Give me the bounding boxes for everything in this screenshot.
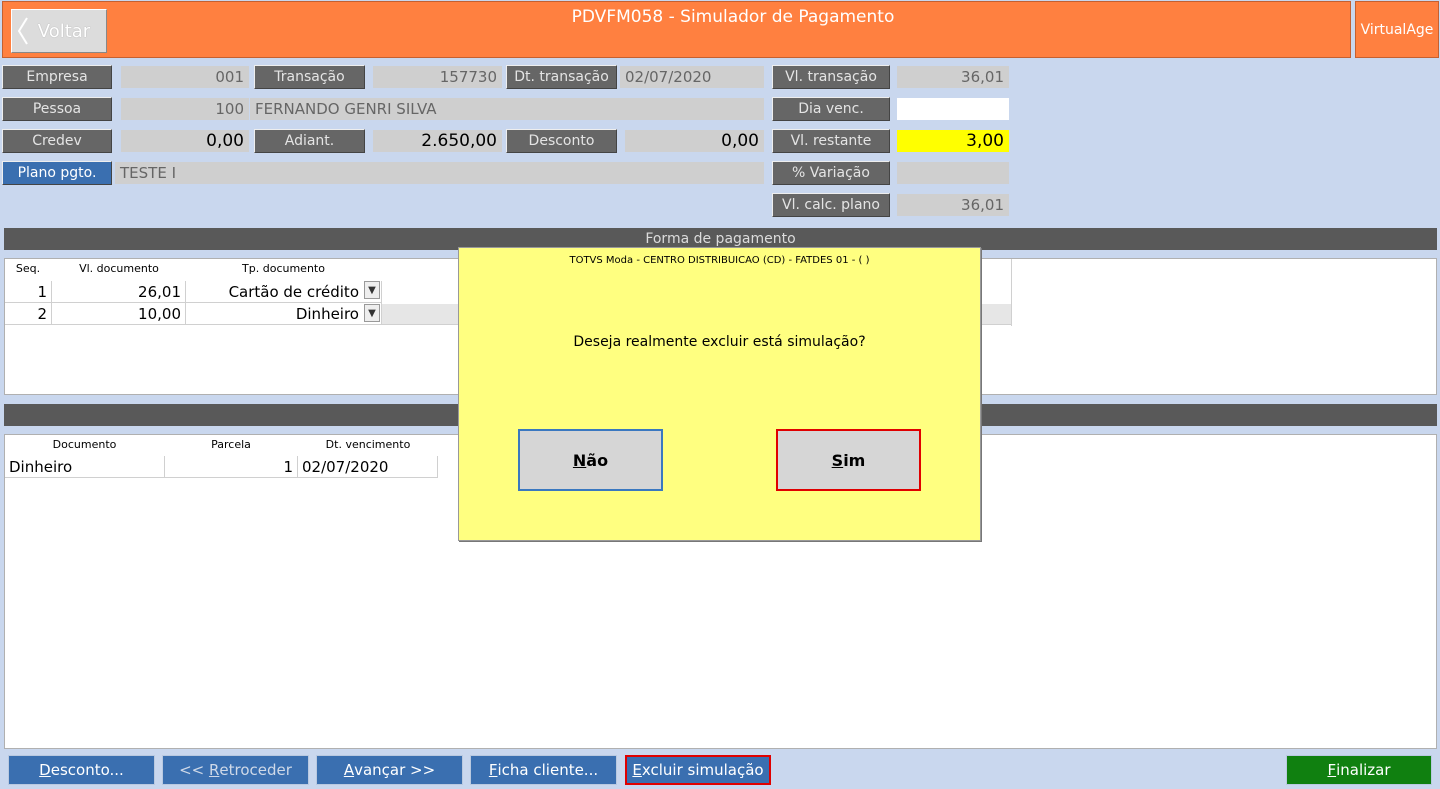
installments-header-documento: Documento: [52, 438, 117, 451]
no-button-label: ão: [586, 450, 609, 470]
installments-header-parcela: Parcela: [211, 438, 251, 451]
credev-field[interactable]: 0,00: [121, 130, 249, 152]
chevron-down-icon[interactable]: ▼: [364, 304, 380, 322]
table-row-2-valor[interactable]: 10,00: [52, 303, 186, 325]
plano-pgto-field[interactable]: TESTE I: [115, 162, 764, 184]
payment-header-valor: Vl. documento: [79, 262, 159, 275]
plano-pgto-label-button[interactable]: Plano pgto.: [2, 161, 112, 185]
no-button[interactable]: Não: [518, 429, 663, 491]
avancar-button[interactable]: Avançar >>: [316, 755, 463, 785]
finalizar-button[interactable]: Finalizar: [1286, 755, 1432, 785]
variacao-label-button[interactable]: % Variação: [772, 161, 890, 185]
excluir-simulacao-button[interactable]: Excluir simulação: [625, 755, 771, 785]
retroceder-prefix: <<: [179, 761, 209, 779]
no-button-accesskey: N: [572, 450, 587, 470]
vl-transacao-field[interactable]: 36,01: [897, 66, 1009, 88]
yes-button-label: im: [843, 450, 866, 470]
pessoa-name-field[interactable]: FERNANDO GENRI SILVA: [250, 98, 764, 120]
vl-transacao-label-button[interactable]: Vl. transação: [772, 65, 890, 89]
header: Voltar PDVFM058 - Simulador de Pagamento…: [0, 0, 1440, 59]
adiant-field[interactable]: 2.650,00: [373, 130, 502, 152]
table-row-2-seq[interactable]: 2: [5, 303, 52, 325]
ficha-cliente-button[interactable]: Ficha cliente...: [470, 755, 617, 785]
installments-header-vencimento: Dt. vencimento: [325, 438, 411, 451]
empresa-label-button[interactable]: Empresa: [2, 65, 112, 89]
excluir-simulacao-button-label: xcluir simulação: [641, 761, 764, 779]
table-row-1-seq[interactable]: 1: [5, 281, 52, 303]
vl-restante-label-button[interactable]: Vl. restante: [772, 129, 890, 153]
transacao-label-button[interactable]: Transação: [254, 65, 365, 89]
variacao-field[interactable]: [897, 162, 1009, 184]
retroceder-button-label: etroceder: [219, 761, 292, 779]
desconto-button-label: esconto...: [50, 761, 124, 779]
credev-label-button[interactable]: Credev: [2, 129, 112, 153]
chevron-down-icon[interactable]: ▼: [364, 281, 380, 299]
dialog-message: Deseja realmente excluir está simulação?: [573, 334, 866, 350]
dt-transacao-field[interactable]: 02/07/2020: [620, 66, 764, 88]
payment-header-seq: Seq.: [15, 262, 41, 275]
vl-restante-field[interactable]: 3,00: [897, 130, 1009, 152]
retroceder-accesskey: R: [208, 761, 220, 779]
payment-header-tipo: Tp. documento: [242, 262, 325, 275]
avancar-accesskey: A: [343, 761, 355, 779]
vl-calc-plano-label-button[interactable]: Vl. calc. plano: [772, 193, 890, 217]
table-row-2-tipo[interactable]: Dinheiro: [186, 303, 382, 325]
pessoa-code-field[interactable]: 100: [121, 98, 249, 120]
installment-row-1-vencimento[interactable]: 02/07/2020: [298, 456, 438, 478]
dialog-title: TOTVS Moda - CENTRO DISTRIBUICAO (CD) - …: [569, 255, 870, 266]
adiant-label-button[interactable]: Adiant.: [254, 129, 365, 153]
yes-button-accesskey: S: [831, 450, 844, 470]
vl-calc-plano-field[interactable]: 36,01: [897, 194, 1009, 216]
finalizar-accesskey: F: [1327, 761, 1337, 779]
table-row-1-tipo[interactable]: Cartão de crédito: [186, 281, 382, 303]
retroceder-button[interactable]: << Retroceder: [162, 755, 309, 785]
dia-venc-label-button[interactable]: Dia venc.: [772, 97, 890, 121]
dt-transacao-label-button[interactable]: Dt. transação: [506, 65, 617, 89]
desconto-accesskey: D: [39, 761, 51, 779]
desconto-button[interactable]: Desconto...: [8, 755, 155, 785]
finalizar-button-label: inalizar: [1336, 761, 1391, 779]
pessoa-label-button[interactable]: Pessoa: [2, 97, 112, 121]
dia-venc-field[interactable]: [897, 98, 1009, 120]
desconto-label-button[interactable]: Desconto: [506, 129, 617, 153]
empresa-field[interactable]: 001: [121, 66, 249, 88]
ficha-accesskey: F: [488, 761, 498, 779]
avancar-button-label: vançar >>: [354, 761, 436, 779]
confirm-dialog: TOTVS Moda - CENTRO DISTRIBUICAO (CD) - …: [458, 247, 981, 541]
table-row-1-valor[interactable]: 26,01: [52, 281, 186, 303]
brand-button[interactable]: VirtualAge: [1355, 1, 1439, 58]
excluir-accesskey: E: [632, 761, 642, 779]
yes-button[interactable]: Sim: [776, 429, 921, 491]
ficha-cliente-button-label: icha cliente...: [497, 761, 599, 779]
header-bar: Voltar PDVFM058 - Simulador de Pagamento: [2, 1, 1351, 58]
transacao-field[interactable]: 157730: [373, 66, 502, 88]
installment-row-1-parcela[interactable]: 1: [165, 456, 298, 478]
installment-row-1-documento[interactable]: Dinheiro: [5, 456, 165, 478]
page-title: PDVFM058 - Simulador de Pagamento: [571, 7, 895, 27]
desconto-field[interactable]: 0,00: [625, 130, 764, 152]
